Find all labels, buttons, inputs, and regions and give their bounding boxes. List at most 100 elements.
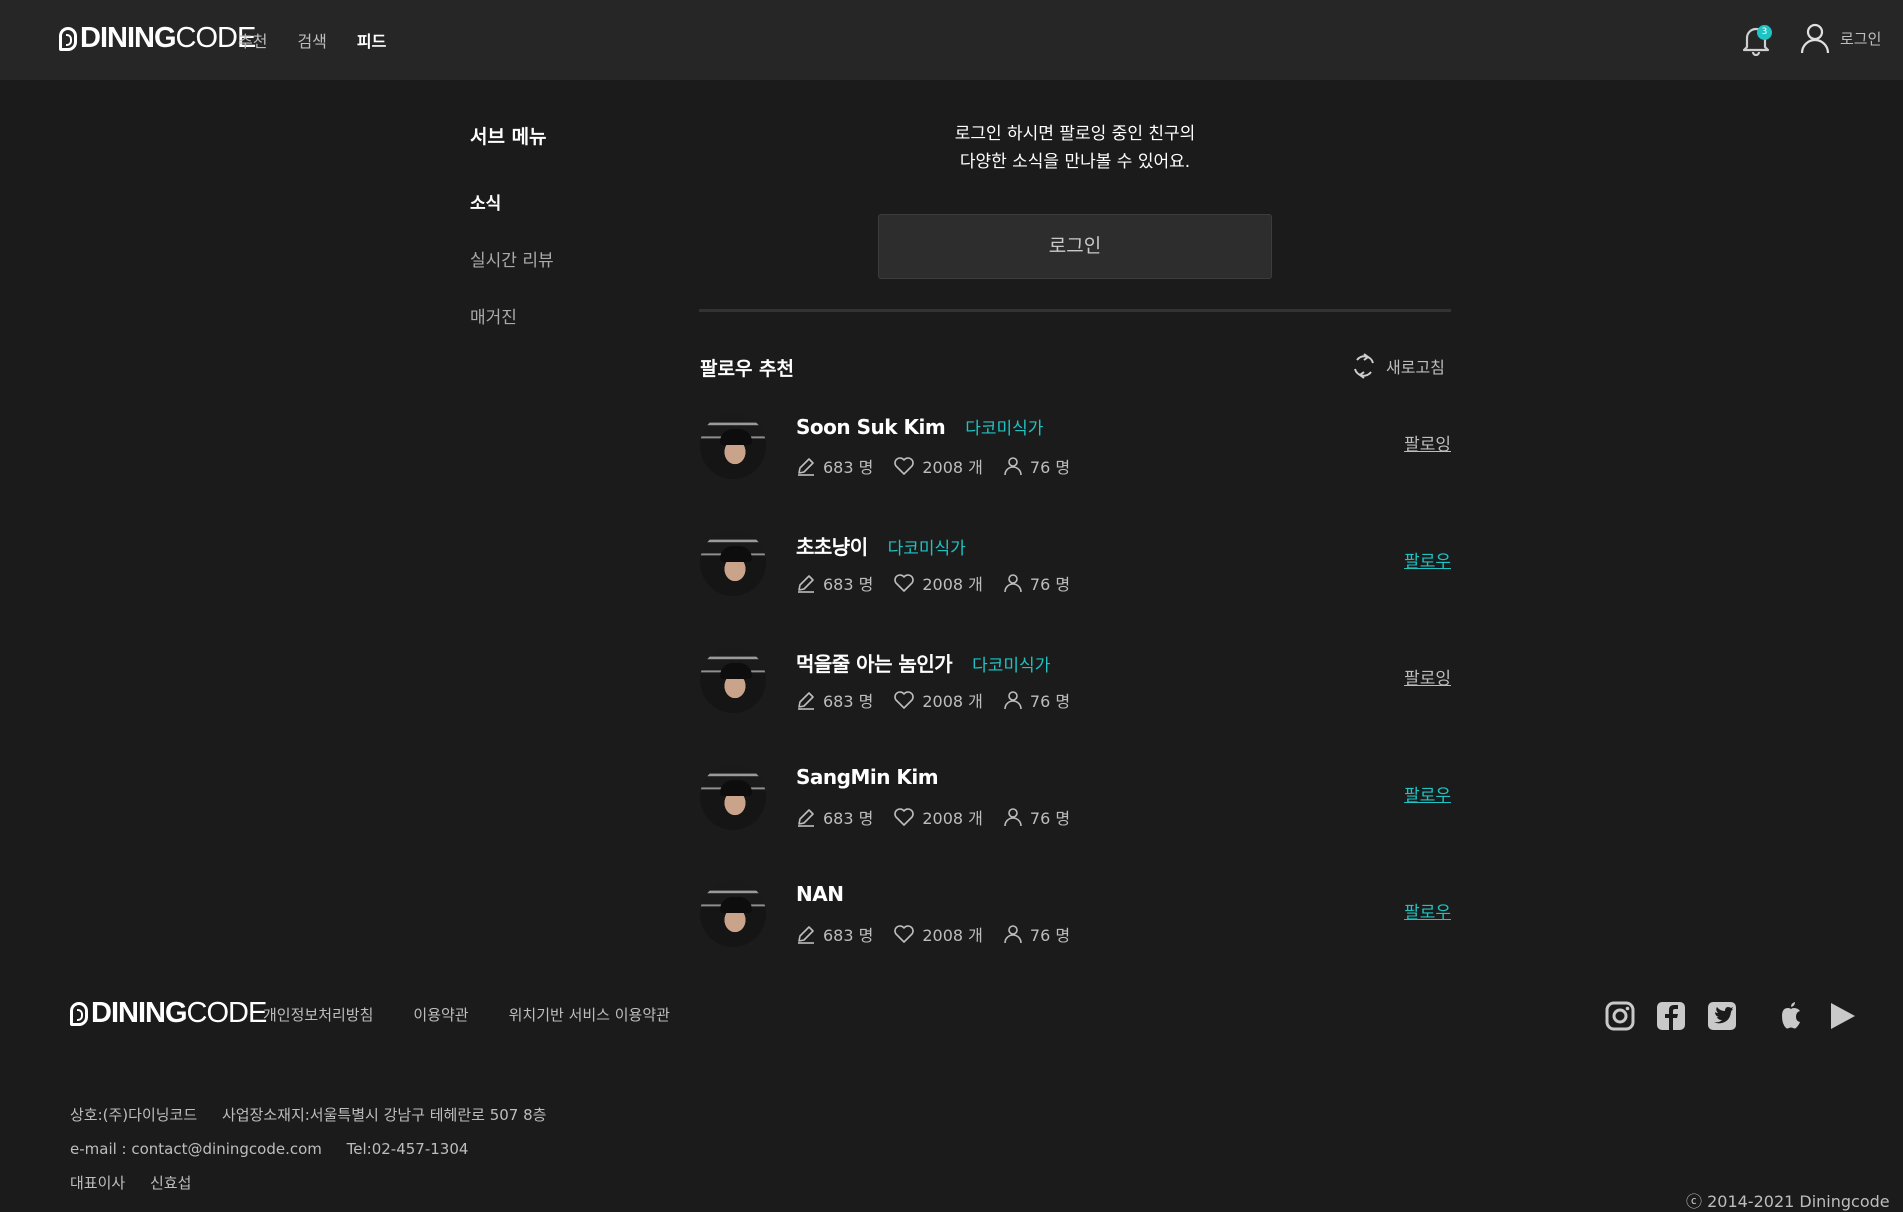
- user-name[interactable]: NAN: [796, 882, 844, 906]
- user-name[interactable]: 초초냥이: [796, 531, 868, 560]
- follow-button[interactable]: 팔로우: [1404, 781, 1451, 806]
- section-divider: [699, 309, 1451, 312]
- diningcode-logo[interactable]: DINING CODE: [59, 22, 256, 55]
- company-tel: Tel:02-457-1304: [346, 1140, 469, 1158]
- ceo-name: 신효섭: [149, 1174, 192, 1192]
- pencil-icon: [798, 458, 814, 476]
- nav-item-search[interactable]: 검색: [297, 28, 326, 52]
- user-badge: 다코미식가: [965, 419, 1044, 439]
- user-badge: 다코미식가: [887, 539, 966, 559]
- instagram-icon[interactable]: [1604, 1000, 1636, 1032]
- nav-item-recommend[interactable]: 추천: [238, 28, 267, 52]
- review-count: 683 명: [823, 458, 874, 477]
- follower-count: 76 명: [1029, 458, 1071, 477]
- follower-count: 76 명: [1029, 575, 1071, 594]
- heart-icon: [894, 925, 915, 943]
- copyright: ⓒ 2014-2021 Diningcode: [1686, 1192, 1890, 1211]
- pencil-icon: [798, 809, 814, 827]
- footer-link-location-terms[interactable]: 위치기반 서비스 이용약관: [509, 1004, 670, 1025]
- nav-item-feed[interactable]: 피드: [357, 28, 386, 52]
- pencil-icon: [798, 575, 814, 593]
- header-login-button[interactable]: 로그인: [1800, 22, 1881, 54]
- like-count: 2008 개: [922, 926, 983, 945]
- like-count: 2008 개: [922, 458, 983, 477]
- google-play-icon[interactable]: [1826, 1000, 1858, 1032]
- like-count: 2008 개: [922, 575, 983, 594]
- sub-menu-item-live-review[interactable]: 실시간 리뷰: [470, 246, 554, 271]
- heart-icon: [894, 691, 915, 709]
- heart-icon: [894, 808, 915, 826]
- refresh-icon: [1354, 353, 1374, 379]
- person-icon: [1004, 808, 1022, 827]
- login-prompt-message: 로그인 하시면 팔로잉 중인 친구의 다양한 소식을 만나볼 수 있어요.: [700, 120, 1450, 176]
- company-info: 상호:(주)다이닝코드 사업장소재지:서울특별시 강남구 테헤란로 507 8층…: [70, 1098, 566, 1200]
- logo-mark-icon: [70, 1001, 88, 1026]
- follow-button[interactable]: 팔로잉: [1404, 664, 1451, 689]
- follow-button[interactable]: 팔로우: [1404, 547, 1451, 572]
- user-name[interactable]: SangMin Kim: [796, 765, 939, 789]
- user-stats: 683 명 2008 개 76 명: [796, 922, 1090, 946]
- footer-link-terms[interactable]: 이용약관: [413, 1004, 468, 1025]
- follow-button[interactable]: 팔로잉: [1404, 430, 1451, 455]
- header-login-label: 로그인: [1840, 29, 1882, 48]
- pencil-icon: [798, 692, 814, 710]
- user-list-item: 초초냥이 다코미식가 683 명 2008 개 76 명 팔로우: [700, 527, 1451, 644]
- heart-icon: [894, 574, 915, 592]
- company-address: 사업장소재지:서울특별시 강남구 테헤란로 507 8층: [221, 1106, 547, 1124]
- refresh-label: 새로고침: [1386, 358, 1445, 377]
- user-list-item: NAN 683 명 2008 개 76 명 팔로우: [700, 878, 1451, 995]
- follower-count: 76 명: [1029, 692, 1071, 711]
- top-header: DINING CODE 추천 검색 피드 3 로그인: [0, 0, 1903, 80]
- sub-menu: 서브 메뉴 소식 실시간 리뷰 매거진: [470, 122, 554, 360]
- sub-menu-item-news[interactable]: 소식: [470, 189, 554, 214]
- login-button[interactable]: 로그인: [878, 214, 1272, 279]
- pencil-icon: [798, 926, 814, 944]
- avatar[interactable]: [700, 530, 766, 596]
- person-icon: [1004, 925, 1022, 944]
- user-name[interactable]: 먹을줄 아는 놈인가: [796, 648, 953, 677]
- logo-text-light: CODE: [186, 997, 268, 1029]
- sub-menu-item-magazine[interactable]: 매거진: [470, 303, 554, 328]
- login-prompt-line2: 다양한 소식을 만나볼 수 있어요.: [959, 152, 1191, 172]
- logo-text-bold: DINING: [80, 22, 176, 54]
- company-name: 상호:(주)다이닝코드: [70, 1106, 198, 1124]
- refresh-button[interactable]: 새로고침: [1352, 352, 1445, 380]
- footer-links: 개인정보처리방침 이용약관 위치기반 서비스 이용약관: [263, 1004, 670, 1025]
- facebook-icon[interactable]: [1655, 1000, 1687, 1032]
- user-list-item: SangMin Kim 683 명 2008 개 76 명 팔로우: [700, 761, 1451, 878]
- follower-count: 76 명: [1029, 809, 1071, 828]
- recommend-user-list: Soon Suk Kim 다코미식가 683 명 2008 개 76 명 팔로잉…: [700, 410, 1451, 995]
- user-badge: 다코미식가: [972, 656, 1051, 676]
- login-prompt-line1: 로그인 하시면 팔로잉 중인 친구의: [954, 124, 1196, 144]
- follow-recommend-title: 팔로우 추천: [700, 358, 795, 380]
- like-count: 2008 개: [922, 692, 983, 711]
- notification-badge: 3: [1757, 25, 1772, 40]
- avatar[interactable]: [700, 881, 766, 947]
- main-nav: 추천 검색 피드: [238, 28, 386, 52]
- user-stats: 683 명 2008 개 76 명: [796, 571, 1090, 595]
- user-stats: 683 명 2008 개 76 명: [796, 454, 1090, 478]
- logo-mark-icon: [59, 26, 77, 51]
- user-list-item: 먹을줄 아는 놈인가 다코미식가 683 명 2008 개 76 명 팔로잉: [700, 644, 1451, 761]
- follower-count: 76 명: [1029, 926, 1071, 945]
- person-icon: [1004, 574, 1022, 593]
- user-list-item: Soon Suk Kim 다코미식가 683 명 2008 개 76 명 팔로잉: [700, 410, 1451, 527]
- avatar[interactable]: [700, 647, 766, 713]
- review-count: 683 명: [823, 809, 874, 828]
- follow-button[interactable]: 팔로우: [1404, 898, 1451, 923]
- avatar[interactable]: [700, 764, 766, 830]
- notification-button[interactable]: 3: [1742, 24, 1772, 57]
- footer-link-privacy[interactable]: 개인정보처리방침: [263, 1004, 373, 1025]
- avatar[interactable]: [700, 413, 766, 479]
- person-icon: [1004, 457, 1022, 476]
- footer-logo[interactable]: DINING CODE: [70, 997, 268, 1030]
- user-stats: 683 명 2008 개 76 명: [796, 688, 1090, 712]
- twitter-icon[interactable]: [1706, 1000, 1738, 1032]
- apple-icon[interactable]: [1775, 1000, 1807, 1032]
- social-links: [1604, 1000, 1877, 1032]
- review-count: 683 명: [823, 575, 874, 594]
- review-count: 683 명: [823, 926, 874, 945]
- logo-text-bold: DINING: [91, 997, 187, 1029]
- user-name[interactable]: Soon Suk Kim: [796, 415, 946, 439]
- person-icon: [1004, 691, 1022, 710]
